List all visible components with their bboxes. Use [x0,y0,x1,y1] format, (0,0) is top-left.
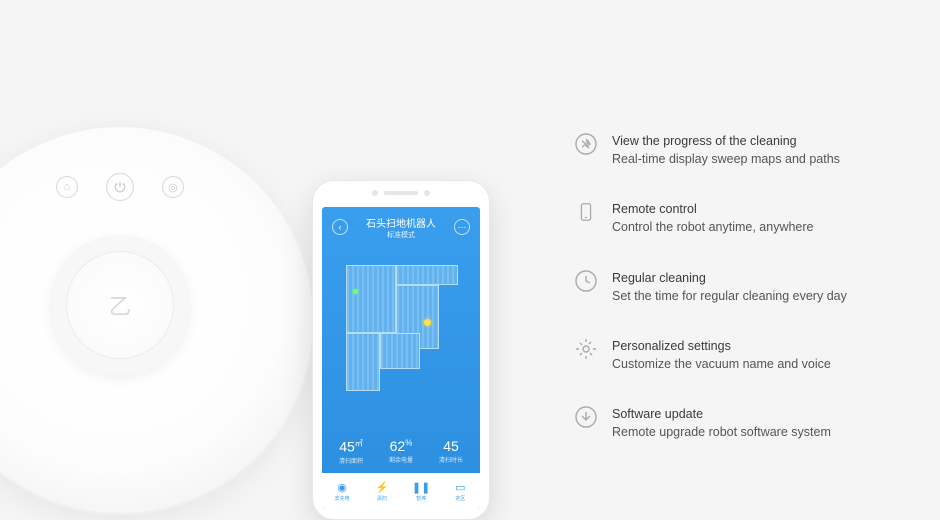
more-icon[interactable]: ⋯ [454,219,470,235]
feature-settings: Personalized settings Customize the vacu… [574,337,914,373]
robot-logo: 乙 [109,289,131,321]
pause-icon: ❚❚ [414,480,428,494]
app-header: ‹ 石头扫地机器人 标准模式 ⋯ [322,207,480,247]
app-subtitle: 标准模式 [366,230,436,240]
phone-mockup: ‹ 石头扫地机器人 标准模式 ⋯ 45㎡ 清扫面积 [312,180,490,520]
robot-home-btn: ⌂ [56,176,78,198]
download-icon [574,405,598,429]
feature-subtitle: Set the time for regular cleaning every … [612,287,847,305]
clock-icon [574,269,598,293]
gear-icon [574,337,598,361]
robot-power-btn [106,173,134,201]
progress-icon [574,132,598,156]
feature-regular: Regular cleaning Set the time for regula… [574,269,914,305]
robot-buttons-row: ⌂ ◎ [56,173,184,201]
phone-icon [574,200,598,224]
bottom-nav: ◉ 去充电 ⚡ 清扫 ❚❚ 暂停 ▭ 定区 [322,473,480,509]
stats-row: 45㎡ 清扫面积 62% 剩余电量 45 清扫时长 [322,432,480,473]
feature-list: View the progress of the cleaning Real-t… [574,132,914,441]
feature-title: Software update [612,405,831,423]
dock-marker [353,289,358,294]
zone-icon: ▭ [453,480,467,494]
app-title: 石头扫地机器人 [366,215,436,230]
stat-area: 45㎡ 清扫面积 [339,438,363,465]
feature-title: Regular cleaning [612,269,847,287]
feature-title: Remote control [612,200,814,218]
robot-marker [424,319,431,326]
feature-subtitle: Control the robot anytime, anywhere [612,218,814,236]
nav-pause[interactable]: ❚❚ 暂停 [414,480,428,502]
feature-subtitle: Remote upgrade robot software system [612,423,831,441]
feature-update: Software update Remote upgrade robot sof… [574,405,914,441]
floor-map [346,265,458,415]
feature-subtitle: Real-time display sweep maps and paths [612,150,840,168]
nav-clean[interactable]: ⚡ 清扫 [375,480,389,502]
feature-subtitle: Customize the vacuum name and voice [612,355,831,373]
feature-title: View the progress of the cleaning [612,132,840,150]
nav-dock[interactable]: ◉ 去充电 [335,480,350,502]
pin-icon: ◉ [335,480,349,494]
robot-lidar-turret: 乙 [50,235,190,375]
stat-battery: 62% 剩余电量 [389,438,413,465]
robot-vacuum: ⌂ ◎ 乙 [0,125,315,515]
nav-zone[interactable]: ▭ 定区 [453,480,467,502]
stat-time: 45 清扫时长 [439,438,463,465]
feature-progress: View the progress of the cleaning Real-t… [574,132,914,168]
back-icon[interactable]: ‹ [332,219,348,235]
robot-spot-btn: ◎ [162,176,184,198]
app-screen: ‹ 石头扫地机器人 标准模式 ⋯ 45㎡ 清扫面积 [322,207,480,509]
map-area[interactable] [322,247,480,432]
feature-title: Personalized settings [612,337,831,355]
bolt-icon: ⚡ [375,480,389,494]
phone-notch [372,190,430,196]
feature-remote: Remote control Control the robot anytime… [574,200,914,236]
